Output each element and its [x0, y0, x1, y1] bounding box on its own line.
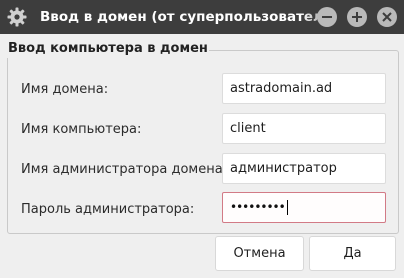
password-label: Пароль администратора:: [21, 202, 195, 217]
computer-field[interactable]: client: [222, 113, 386, 144]
minimize-button[interactable]: [317, 7, 337, 27]
domain-field[interactable]: astradomain.ad: [222, 73, 386, 104]
dialog-window: Ввод в домен (от суперпользователя) Ввод…: [0, 0, 404, 278]
text-caret: [286, 200, 288, 215]
close-icon: [382, 12, 392, 22]
domain-label: Имя домена:: [21, 82, 109, 97]
admin-label: Имя администратора домена:: [21, 162, 228, 177]
gear-icon: [7, 7, 27, 27]
computer-label: Имя компьютера:: [21, 122, 142, 137]
close-button[interactable]: [377, 7, 397, 27]
group-title: Ввод компьютера в домен: [7, 40, 209, 58]
minimize-icon: [322, 16, 332, 18]
maximize-button[interactable]: [347, 7, 367, 27]
maximize-icon: [352, 12, 362, 22]
password-field[interactable]: •••••••••: [222, 192, 386, 223]
cancel-button[interactable]: Отмена: [215, 236, 304, 271]
ok-button[interactable]: Да: [309, 236, 396, 271]
title-bar[interactable]: Ввод в домен (от суперпользователя): [0, 0, 404, 34]
admin-field[interactable]: администратор: [222, 153, 386, 184]
password-value: •••••••••: [230, 200, 286, 214]
